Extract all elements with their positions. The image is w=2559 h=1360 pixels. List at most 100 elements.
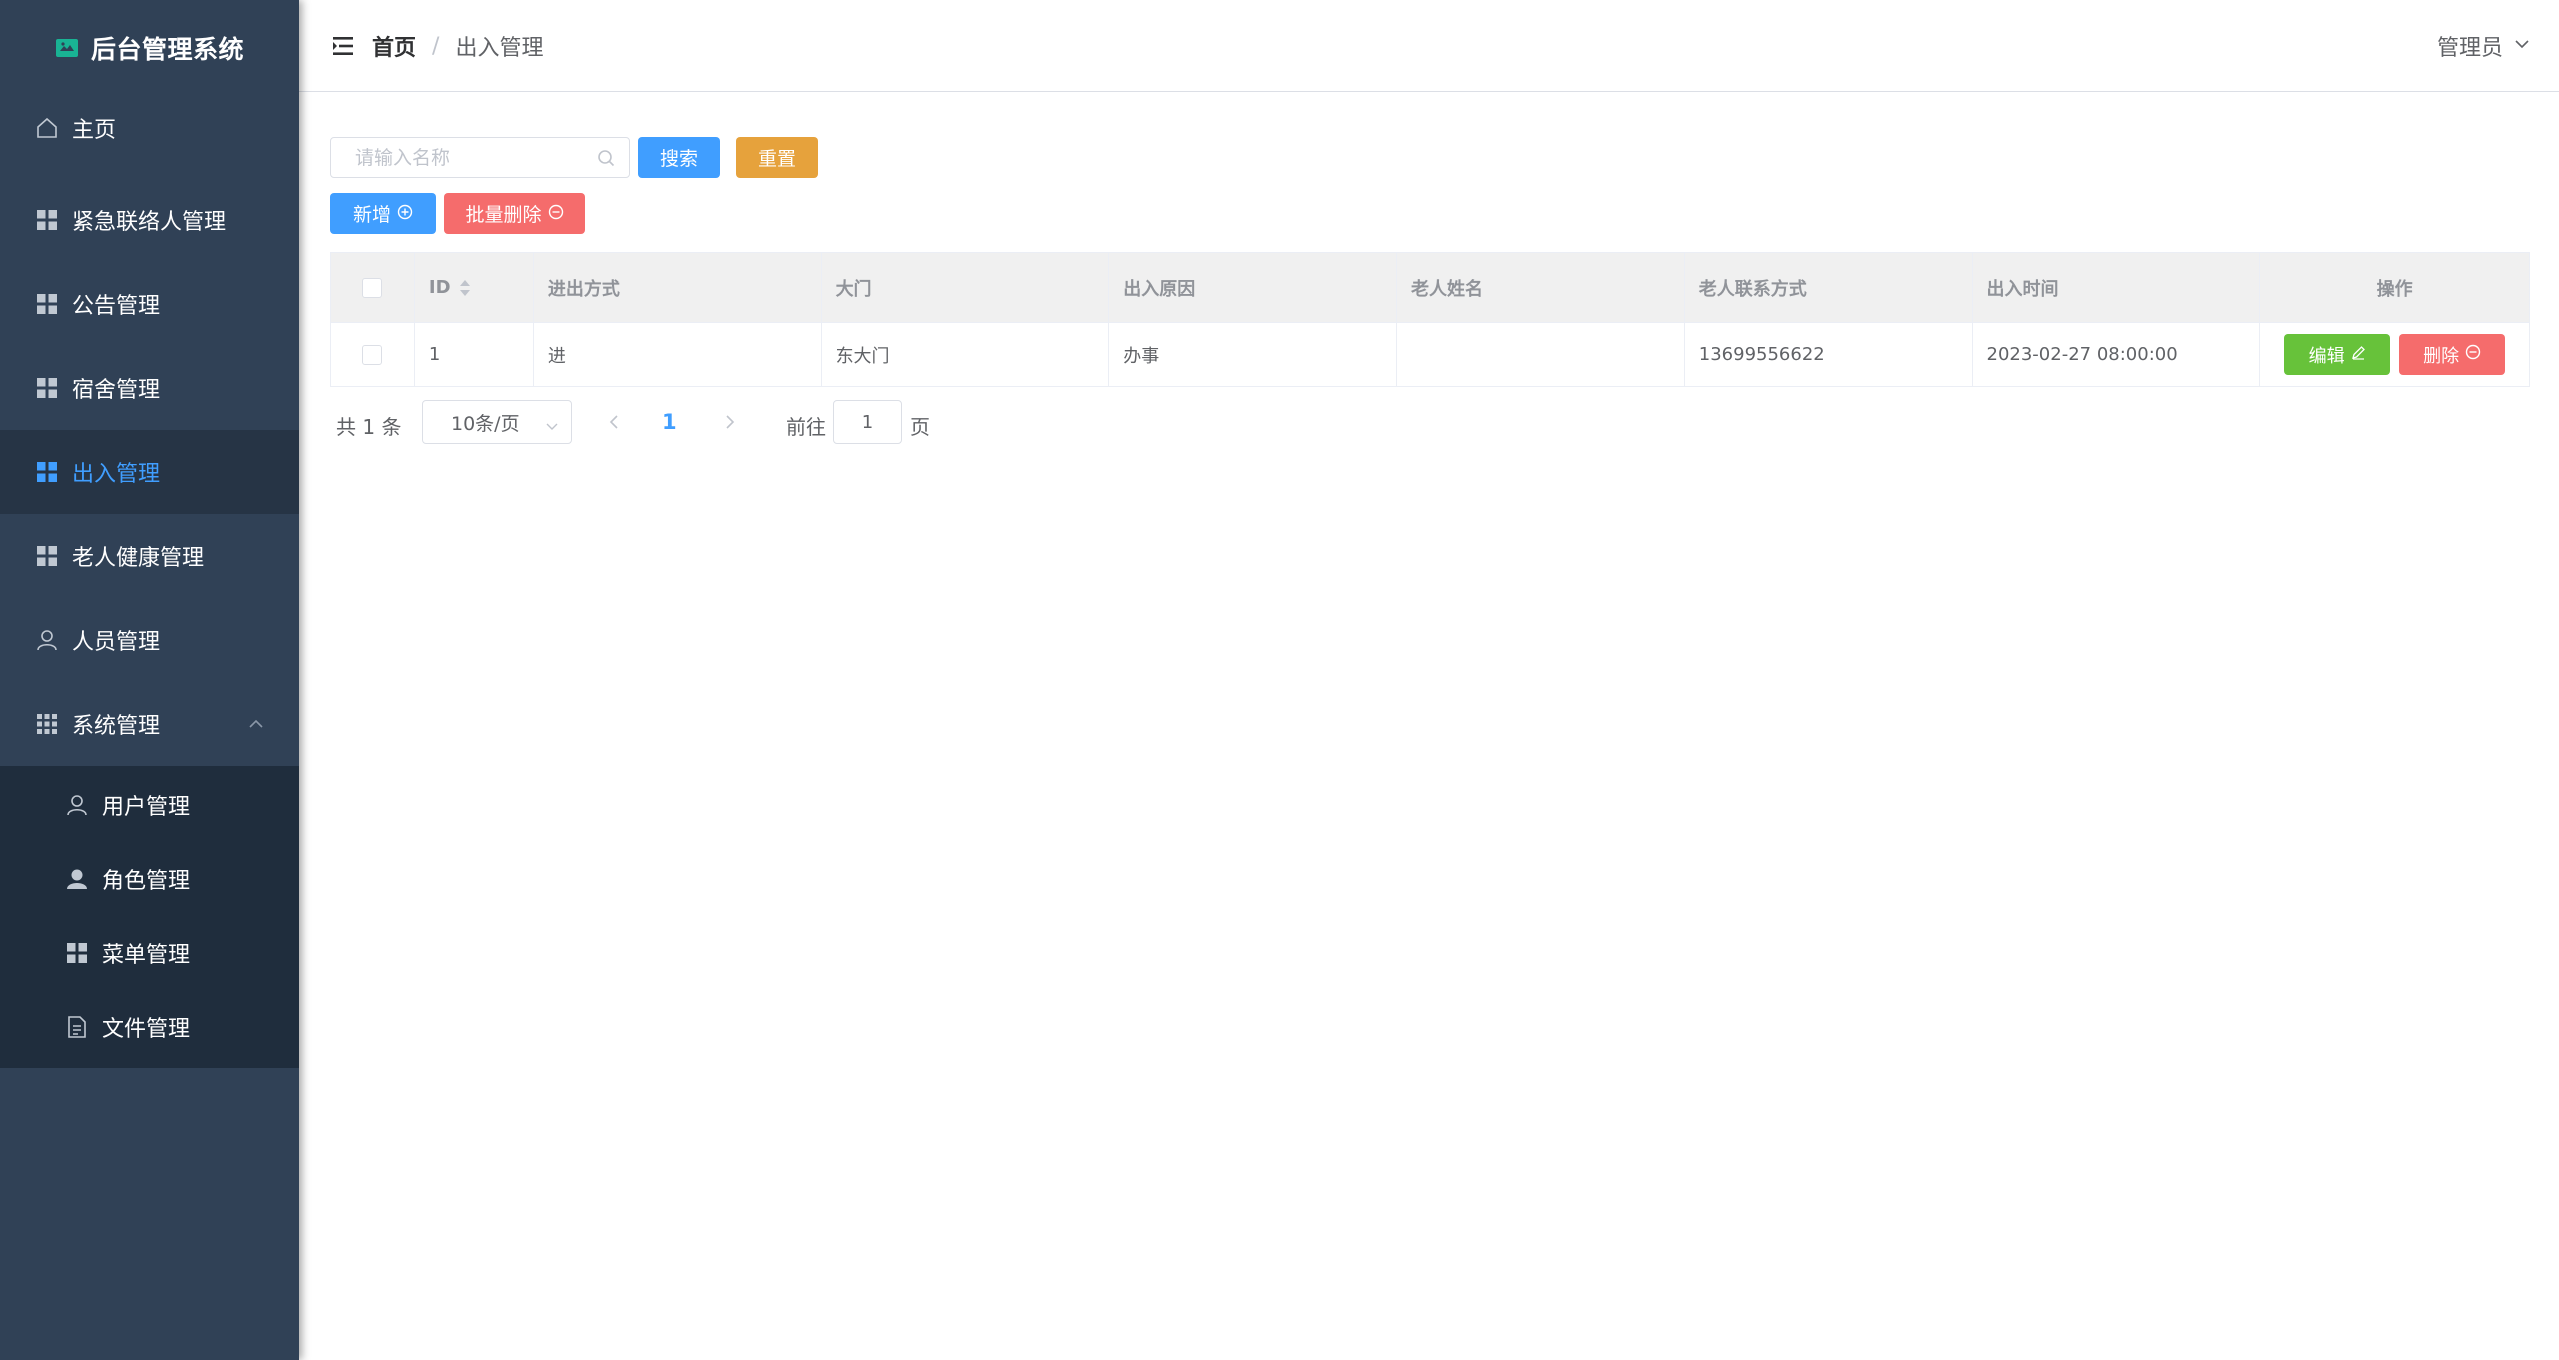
sidebar-item-label: 公告管理	[72, 294, 161, 319]
header-elder-phone: 老人联系方式	[1685, 253, 1973, 322]
breadcrumb: 首页 / 出入管理	[372, 30, 543, 62]
sidebar-item-label: 老人健康管理	[72, 546, 205, 571]
sidebar-item-system[interactable]: 系统管理	[0, 682, 299, 766]
user-icon	[66, 794, 88, 816]
grid-icon	[66, 942, 88, 964]
search-input[interactable]	[353, 138, 593, 177]
home-icon	[36, 117, 58, 139]
sidebar-item-roles[interactable]: 角色管理	[0, 842, 299, 916]
add-button[interactable]: 新增	[330, 193, 436, 234]
grid-icon	[36, 545, 58, 567]
header-ops: 操作	[2376, 278, 2413, 300]
user-name: 管理员	[2436, 36, 2503, 61]
document-icon	[66, 1016, 88, 1038]
header-elder-name: 老人姓名	[1397, 253, 1685, 322]
sidebar-item-label: 宿舍管理	[72, 378, 161, 403]
sidebar-item-label: 用户管理	[102, 795, 191, 820]
sidebar-item-label: 菜单管理	[102, 943, 191, 968]
breadcrumb-separator: /	[432, 33, 440, 59]
header-id[interactable]: ID	[415, 253, 534, 322]
grid-icon	[36, 293, 58, 315]
cell-ops: 编辑 删除	[2260, 323, 2529, 386]
select-all-checkbox[interactable]	[362, 277, 383, 298]
header-time: 出入时间	[1973, 253, 2261, 322]
grid-icon	[36, 461, 58, 483]
cell-elder-phone: 13699556622	[1685, 323, 1973, 386]
chevron-down-icon	[545, 416, 559, 430]
batch-delete-button[interactable]: 批量删除	[444, 193, 585, 234]
chevron-up-icon	[247, 714, 265, 732]
header-id-label: ID	[428, 277, 451, 298]
add-button-label: 新增	[352, 204, 391, 226]
sidebar-item-menus[interactable]: 菜单管理	[0, 916, 299, 990]
chevron-down-icon	[2513, 34, 2531, 59]
search-button[interactable]: 搜索	[638, 137, 720, 178]
next-page-icon[interactable]	[720, 412, 740, 432]
sidebar-item-label: 出入管理	[72, 462, 161, 487]
apps-icon	[36, 713, 58, 735]
header-reason: 出入原因	[1109, 253, 1398, 322]
page-size-value: 10条/页	[451, 412, 520, 435]
page-size-select[interactable]: 10条/页	[422, 400, 572, 444]
table-row: 1 进 东大门 办事 13699556622 2023-02-27 08:00:…	[331, 323, 2529, 387]
prev-page-icon[interactable]	[604, 412, 624, 432]
cell-reason: 办事	[1109, 323, 1398, 386]
header-checkbox-cell	[331, 253, 415, 322]
search-box	[330, 137, 630, 178]
row-checkbox-cell	[331, 323, 415, 386]
header: 首页 / 出入管理 管理员	[299, 0, 2559, 92]
table-header-row: ID 进出方式 大门 出入原因 老人姓名 老人联系方式 出入时间 操作	[331, 253, 2529, 323]
page-number-current[interactable]: 1	[662, 410, 677, 434]
sidebar-item-personnel[interactable]: 人员管理	[0, 598, 299, 682]
sidebar-item-announcements[interactable]: 公告管理	[0, 262, 299, 346]
grid-icon	[36, 209, 58, 231]
sidebar-item-label: 文件管理	[102, 1017, 191, 1042]
cell-gate: 东大门	[822, 323, 1110, 386]
delete-button[interactable]: 删除	[2399, 334, 2506, 375]
sidebar-item-label: 角色管理	[102, 869, 191, 894]
cell-id: 1	[415, 323, 534, 386]
circle-minus-icon	[548, 203, 564, 225]
cell-elder-name	[1397, 323, 1685, 386]
app-title: 后台管理系统	[90, 34, 244, 64]
sidebar: 后台管理系统 主页 紧急联络人管理 公告管理 宿舍管理 出入管理 老人健康管理 …	[0, 0, 299, 1360]
edit-icon	[2351, 344, 2366, 365]
main-content: 搜索 重置 新增 批量删除 ID	[299, 92, 2559, 1360]
menu-fold-icon[interactable]	[333, 36, 355, 56]
breadcrumb-home[interactable]: 首页	[372, 30, 416, 62]
edit-button-label: 编辑	[2308, 345, 2345, 367]
goto-suffix: 页	[910, 415, 930, 439]
goto-label: 前往	[786, 415, 826, 439]
cell-mode: 进	[534, 323, 822, 386]
avatar-icon	[66, 868, 88, 890]
app-root: 后台管理系统 主页 紧急联络人管理 公告管理 宿舍管理 出入管理 老人健康管理 …	[0, 0, 2559, 1360]
sidebar-item-emergency-contacts[interactable]: 紧急联络人管理	[0, 178, 299, 262]
row-checkbox[interactable]	[362, 344, 383, 365]
logo: 后台管理系统	[0, 0, 299, 95]
circle-minus-icon	[2465, 344, 2481, 365]
search-icon	[597, 149, 615, 167]
breadcrumb-current: 出入管理	[455, 36, 544, 61]
sidebar-item-health[interactable]: 老人健康管理	[0, 514, 299, 598]
edit-button[interactable]: 编辑	[2284, 334, 2391, 375]
sidebar-item-files[interactable]: 文件管理	[0, 990, 299, 1064]
sidebar-item-users[interactable]: 用户管理	[0, 768, 299, 842]
sidebar-item-label: 系统管理	[72, 714, 161, 739]
pagination-total: 共 1 条	[336, 415, 402, 439]
data-table: ID 进出方式 大门 出入原因 老人姓名 老人联系方式 出入时间 操作 1 进	[330, 252, 2530, 387]
sidebar-item-access[interactable]: 出入管理	[0, 430, 299, 514]
logo-icon	[55, 38, 79, 58]
sort-icon[interactable]	[459, 279, 471, 297]
delete-button-label: 删除	[2423, 345, 2460, 367]
goto-page-input[interactable]	[833, 400, 902, 444]
cell-time: 2023-02-27 08:00:00	[1973, 323, 2261, 386]
sidebar-item-dormitory[interactable]: 宿舍管理	[0, 346, 299, 430]
circle-plus-icon	[397, 203, 413, 225]
sidebar-item-home[interactable]: 主页	[0, 86, 299, 170]
header-mode: 进出方式	[534, 253, 822, 322]
sidebar-item-label: 紧急联络人管理	[72, 210, 227, 235]
reset-button[interactable]: 重置	[736, 137, 818, 178]
user-icon	[36, 629, 58, 651]
user-menu[interactable]: 管理员	[2437, 30, 2531, 62]
header-gate: 大门	[822, 253, 1110, 322]
